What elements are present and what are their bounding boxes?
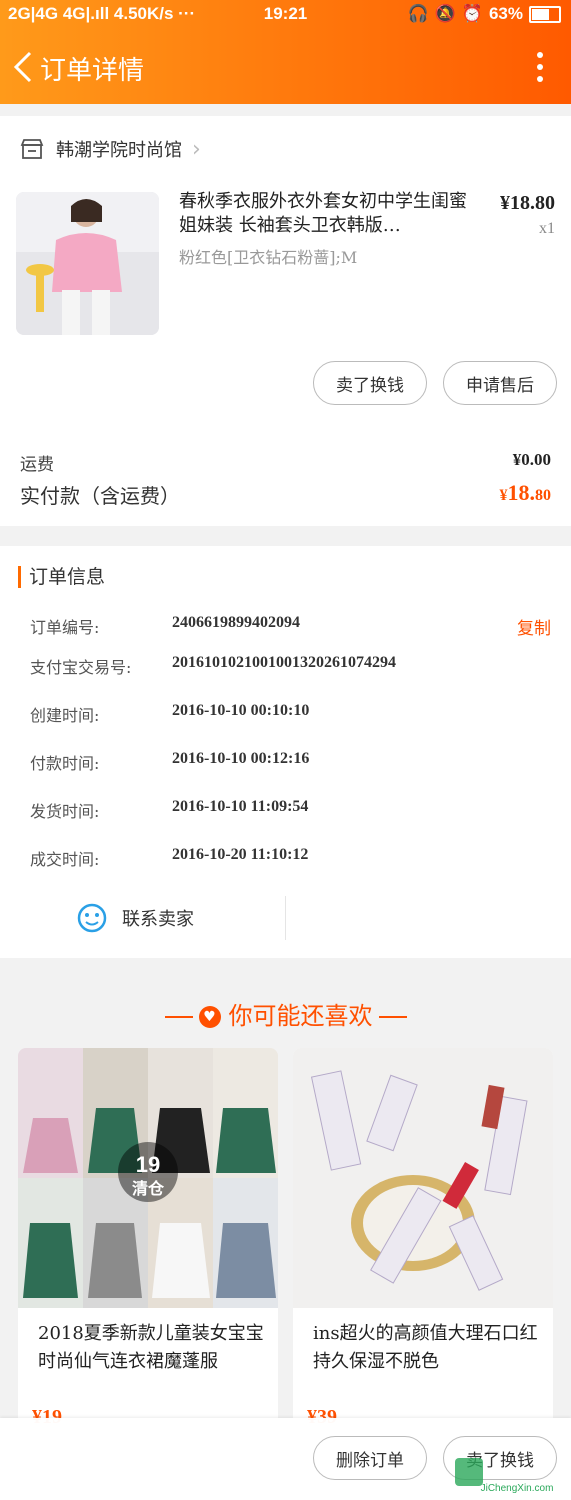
recommend-header: ♥ 你可能还喜欢	[0, 996, 571, 1031]
order-item-card: 韩潮学院时尚馆 › 春秋季衣服外衣外套女初中学生闺蜜姐妹装 长袖套头卫衣韩版… …	[0, 116, 571, 526]
shop-link[interactable]: 韩潮学院时尚馆 ›	[20, 134, 201, 164]
info-label: 订单编号:	[30, 618, 100, 637]
info-label: 支付宝交易号:	[30, 658, 132, 677]
badge-text: 清仓	[132, 1179, 165, 1198]
divider	[285, 896, 286, 940]
shipped-time: 2016-10-10 11:09:54	[172, 798, 309, 815]
recommend-item-name: 2018夏季新款儿童装女宝宝时尚仙气连衣裙魔蓬服	[38, 1323, 264, 1372]
info-label: 付款时间:	[30, 754, 100, 773]
header: 订单详情	[0, 30, 571, 104]
recommend-title: 你可能还喜欢	[228, 1002, 373, 1030]
status-right: 🎧 🔕 ⏰ 63%	[407, 4, 561, 24]
completed-time: 2016-10-20 11:10:12	[172, 846, 309, 863]
after-sale-button[interactable]: 申请售后	[443, 361, 557, 405]
recommend-item[interactable]: ins超火的高颜值大理石口红持久保湿不脱色 ¥39	[293, 1048, 553, 1448]
chevron-right-icon: ›	[192, 136, 201, 162]
shipping-value: ¥0.00	[512, 450, 551, 469]
recommend-item[interactable]: 19 清仓 2018夏季新款儿童装女宝宝时尚仙气连衣裙魔蓬服 ¥19	[18, 1048, 278, 1448]
product-quantity: x1	[539, 220, 555, 237]
headset-icon: 🎧	[407, 4, 429, 23]
product-title[interactable]: 春秋季衣服外衣外套女初中学生闺蜜姐妹装 长袖套头卫衣韩版…	[179, 190, 469, 238]
heart-icon: ♥	[198, 1006, 221, 1028]
bottom-action-bar: 删除订单 卖了换钱 JiChengXin.com	[0, 1418, 571, 1500]
copy-button[interactable]: 复制	[517, 614, 551, 639]
delete-order-button[interactable]: 删除订单	[313, 1436, 427, 1480]
sell-button[interactable]: 卖了换钱	[313, 361, 427, 405]
paid-value: ¥18.80	[499, 480, 552, 505]
badge-number: 19	[136, 1152, 160, 1177]
product-price: ¥18.80	[500, 192, 555, 214]
back-arrow-icon[interactable]	[10, 50, 40, 84]
page-title: 订单详情	[40, 56, 145, 86]
battery-icon	[529, 5, 561, 23]
alipay-trade-number: 2016101021001001320261074294	[172, 654, 396, 671]
status-bar: 2G|4G 4G|.ıll 4.50K/s ··· 19:21 🎧 🔕 ⏰ 63…	[0, 0, 571, 30]
section-title: 订单信息	[18, 566, 105, 588]
created-time: 2016-10-10 00:10:10	[172, 702, 310, 719]
info-label: 创建时间:	[30, 706, 100, 725]
more-menu-icon[interactable]	[535, 52, 545, 82]
battery-percent: 63%	[488, 4, 523, 23]
order-number: 2406619899402094	[172, 614, 300, 631]
store-icon	[20, 139, 44, 159]
info-label: 成交时间:	[30, 850, 100, 869]
bell-off-icon: 🔕	[434, 4, 456, 23]
alarm-icon: ⏰	[461, 4, 483, 23]
product-sku: 粉红色[卫衣钻石粉蔷];M	[179, 248, 358, 267]
product-thumbnail[interactable]	[16, 192, 159, 335]
chat-smile-icon	[77, 903, 107, 933]
shipping-label: 运费	[20, 455, 54, 475]
svg-text:JiChengXin.com: JiChengXin.com	[481, 1483, 554, 1494]
contact-seller-label: 联系卖家	[122, 909, 194, 930]
order-info-card: 订单信息 复制 订单编号: 2406619899402094 支付宝交易号: 2…	[0, 546, 571, 958]
dress-product-image: 19 清仓	[18, 1048, 278, 1308]
paid-time: 2016-10-10 00:12:16	[172, 750, 310, 767]
lipstick-product-image	[293, 1048, 553, 1308]
recommend-item-name: ins超火的高颜值大理石口红持久保湿不脱色	[313, 1323, 538, 1372]
shop-name: 韩潮学院时尚馆	[56, 140, 182, 161]
contact-seller-button[interactable]: 联系卖家	[76, 902, 194, 934]
watermark-logo: JiChengXin.com	[453, 1454, 563, 1494]
paid-label: 实付款（含运费）	[20, 484, 180, 508]
product-image	[16, 192, 159, 335]
info-label: 发货时间:	[30, 802, 100, 821]
